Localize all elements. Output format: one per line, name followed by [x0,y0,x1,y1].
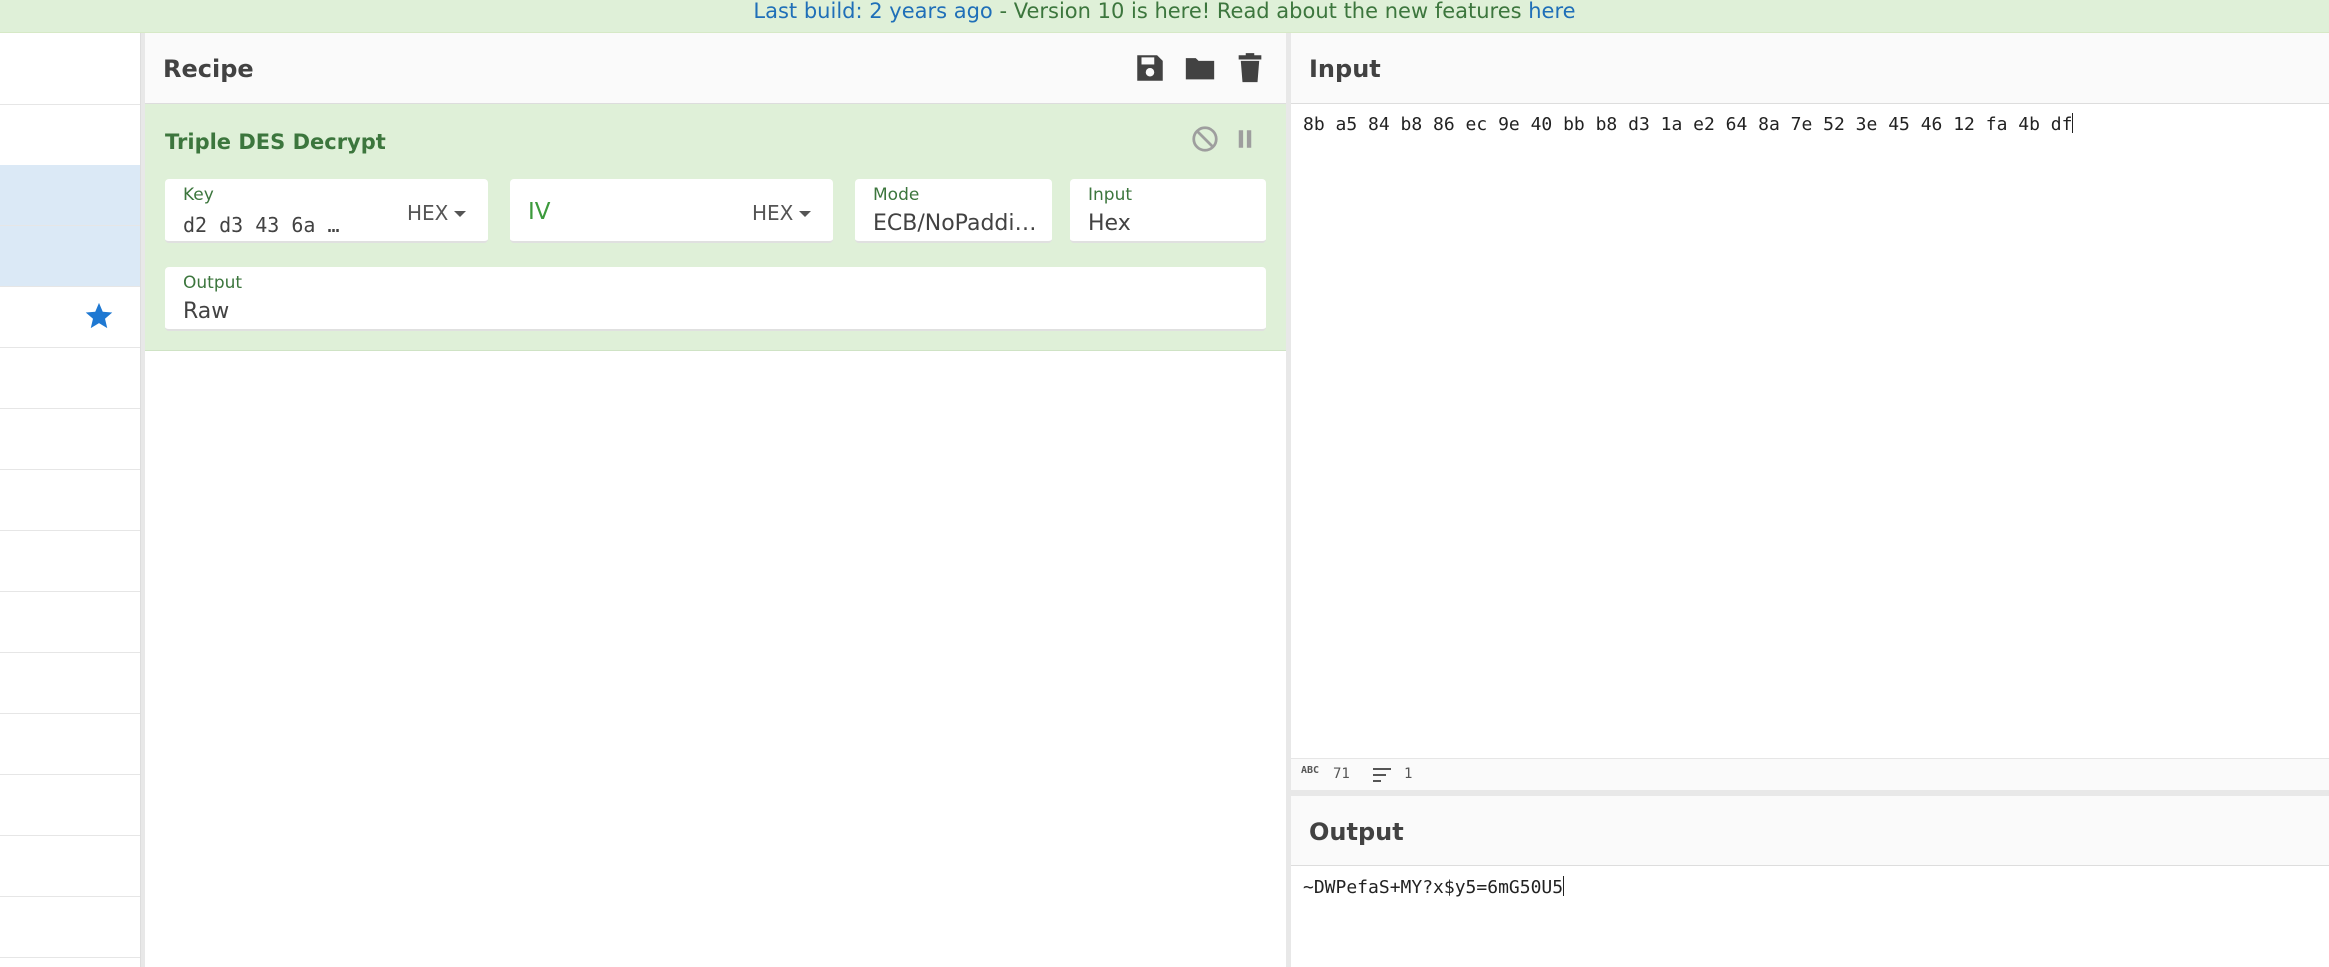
output-format-select[interactable]: Output Raw [165,267,1266,331]
category-item[interactable] [0,653,140,714]
text-cursor [1563,876,1565,896]
input-format-value: Hex [1088,211,1131,236]
recipe-title: Recipe [163,55,254,83]
mode-value: ECB/NoPaddi… [873,211,1037,236]
category-item[interactable] [0,409,140,470]
key-format-label: HEX [407,201,449,225]
input-format-label: Input [1088,185,1133,205]
version-banner: Last build: 2 years ago - Version 10 is … [0,0,2329,33]
category-item[interactable] [0,836,140,897]
operation-title: Triple DES Decrypt [165,130,386,154]
disable-icon[interactable] [1190,124,1220,154]
output-header: Output [1291,796,2329,866]
lines-icon [1373,768,1391,782]
io-panel: Input 8b a5 84 b8 86 ec 9e 40 bb b8 d3 1… [1291,33,2329,967]
abc-icon: ABC [1301,765,1320,776]
operation-triple-des-decrypt[interactable]: Triple DES Decrypt Key d2 d3 43 6a … HEX… [145,104,1286,351]
category-item[interactable] [0,592,140,653]
iv-format-label: HEX [752,201,794,225]
operation-item[interactable] [0,226,140,287]
category-item[interactable] [0,531,140,592]
output-format-label: Output [183,273,243,293]
input-textarea[interactable]: 8b a5 84 b8 86 ec 9e 40 bb b8 d3 1a e2 6… [1303,113,2074,135]
category-item[interactable] [0,714,140,775]
key-label: Key [183,185,214,205]
mode-select[interactable]: Mode ECB/NoPaddi… [855,179,1052,243]
output-textarea[interactable]: ~DWPefaS+MY?x$y5=6mG50U5 [1303,876,1565,898]
last-build-link[interactable]: Last build: 2 years ago [753,0,992,23]
star-icon [85,302,113,329]
key-value[interactable]: d2 d3 43 6a … [183,213,340,237]
input-length: 71 [1333,766,1350,782]
new-features-link[interactable]: here [1528,0,1575,23]
iv-placeholder: IV [528,199,551,225]
category-item[interactable] [0,348,140,409]
favourites-category[interactable] [0,287,140,348]
output-format-value: Raw [183,299,230,324]
category-item[interactable] [0,897,140,958]
category-item[interactable] [0,775,140,836]
folder-icon[interactable] [1183,51,1217,85]
chevron-down-icon [454,211,467,217]
input-lines: 1 [1404,766,1413,782]
category-item[interactable] [0,470,140,531]
iv-field[interactable]: IV HEX [510,179,833,243]
trash-icon[interactable] [1233,51,1267,85]
output-title: Output [1309,818,1404,846]
pause-icon[interactable] [1230,124,1260,154]
save-icon[interactable] [1133,51,1167,85]
chevron-down-icon [799,211,812,217]
text-cursor [2072,113,2074,133]
input-header: Input [1291,33,2329,104]
recipe-panel: Recipe Triple DES Decrypt Key d2 d3 43 6… [145,33,1286,967]
iv-format-dropdown[interactable]: HEX [752,201,812,225]
banner-text: - Version 10 is here! Read about the new… [992,0,1529,23]
output-value: ~DWPefaS+MY?x$y5=6mG50U5 [1303,877,1564,898]
key-field[interactable]: Key d2 d3 43 6a … HEX [165,179,488,243]
mode-label: Mode [873,185,920,205]
input-value: 8b a5 84 b8 86 ec 9e 40 bb b8 d3 1a e2 6… [1303,114,2073,135]
operation-item[interactable] [0,165,140,226]
key-format-dropdown[interactable]: HEX [407,201,467,225]
input-format-select[interactable]: Input Hex [1070,179,1266,243]
input-title: Input [1309,55,1381,83]
operations-panel [0,33,141,967]
recipe-header: Recipe [145,33,1286,104]
input-status-bar: ABC 71 1 [1291,758,2329,790]
